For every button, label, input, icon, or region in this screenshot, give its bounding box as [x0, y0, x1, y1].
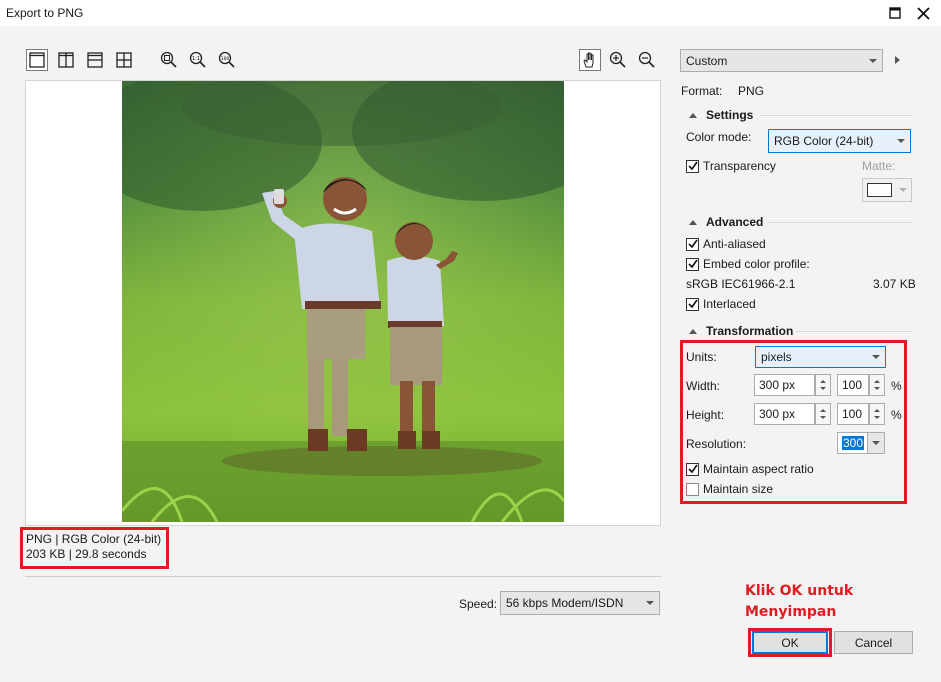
- anti-aliased-label: Anti-aliased: [703, 237, 766, 251]
- maximize-icon: [889, 7, 901, 19]
- section-rule: [768, 222, 912, 223]
- window-title: Export to PNG: [6, 6, 84, 20]
- divider: [25, 576, 661, 577]
- zoom-in-icon: [609, 51, 626, 68]
- interlaced-label: Interlaced: [703, 297, 756, 311]
- profile-name: sRGB IEC61966-2.1: [686, 277, 796, 291]
- color-mode-dropdown[interactable]: RGB Color (24-bit): [768, 129, 911, 153]
- matte-color-picker[interactable]: [862, 178, 912, 202]
- interlaced-checkbox[interactable]: Interlaced: [686, 297, 756, 311]
- advanced-heading: Advanced: [706, 215, 764, 229]
- checkmark-icon: [687, 259, 698, 269]
- preset-menu-arrow-icon[interactable]: [895, 56, 900, 64]
- checkbox-box: [686, 237, 699, 251]
- preview-image: [122, 81, 564, 522]
- collapse-caret-icon: [689, 112, 697, 118]
- advanced-section-header[interactable]: Advanced: [689, 215, 763, 229]
- highlight-box-transformation: [680, 340, 907, 504]
- zoom-fit-icon: [160, 51, 177, 68]
- settings-section-header[interactable]: Settings: [689, 108, 753, 122]
- zoom-out-icon: [638, 51, 655, 68]
- checkmark-icon: [687, 161, 698, 171]
- split-vertical-icon: [58, 52, 74, 68]
- split-horizontal-button[interactable]: [84, 49, 106, 71]
- color-mode-value: RGB Color (24-bit): [774, 134, 874, 148]
- format-label: Format:: [681, 84, 723, 98]
- checkmark-icon: [687, 299, 698, 309]
- transparency-label: Transparency: [703, 159, 776, 173]
- zoom-in-button[interactable]: [607, 49, 629, 71]
- annotation-line-2: Menyimpan: [745, 604, 837, 620]
- highlight-box-ok: [748, 628, 832, 657]
- preset-value: Custom: [686, 53, 728, 68]
- quad-view-button[interactable]: [113, 49, 135, 71]
- checkbox-box: [686, 159, 699, 173]
- transparency-checkbox[interactable]: Transparency: [686, 159, 776, 173]
- instruction-annotation: Klik OK untuk Menyimpan: [745, 581, 853, 623]
- highlight-box-info: [20, 527, 169, 569]
- chevron-down-icon: [899, 188, 907, 192]
- zoom-1to1-button[interactable]: 1:1: [187, 49, 209, 71]
- chevron-down-icon: [869, 58, 877, 63]
- collapse-caret-icon: [689, 328, 697, 334]
- speed-dropdown[interactable]: 56 kbps Modem/ISDN: [500, 591, 660, 615]
- preset-dropdown[interactable]: Custom: [680, 49, 883, 72]
- pan-hand-icon: [583, 52, 594, 68]
- title-bar: Export to PNG: [0, 0, 941, 26]
- color-mode-label: Color mode:: [686, 130, 752, 144]
- cancel-button[interactable]: Cancel: [834, 631, 913, 654]
- matte-color-swatch: [867, 183, 892, 197]
- matte-label: Matte:: [862, 159, 896, 173]
- svg-text:1:1: 1:1: [192, 56, 200, 62]
- zoom-1to1-icon: 1:1: [189, 51, 206, 68]
- zoom-fit-button[interactable]: [158, 49, 180, 71]
- profile-size: 3.07 KB: [873, 277, 916, 291]
- speed-label: Speed:: [459, 597, 498, 611]
- collapse-caret-icon: [689, 219, 697, 225]
- quad-view-icon: [116, 52, 132, 68]
- export-dialog: Export to PNG 1:1 100 PNG | RGB Color (2…: [0, 0, 941, 682]
- chevron-down-icon: [646, 601, 654, 605]
- checkmark-icon: [687, 239, 698, 249]
- anti-aliased-checkbox[interactable]: Anti-aliased: [686, 237, 766, 251]
- cancel-label: Cancel: [854, 635, 893, 650]
- svg-text:100: 100: [221, 56, 230, 62]
- checkbox-box: [686, 257, 699, 271]
- speed-value: 56 kbps Modem/ISDN: [506, 596, 624, 610]
- section-rule: [760, 115, 912, 116]
- single-view-icon: [29, 52, 45, 68]
- format-value: PNG: [738, 84, 765, 98]
- maximize-button[interactable]: [883, 2, 907, 24]
- zoom-out-button[interactable]: [636, 49, 658, 71]
- zoom-100-icon: 100: [218, 51, 235, 68]
- annotation-line-1: Klik OK untuk: [745, 583, 854, 599]
- close-button[interactable]: [911, 2, 935, 24]
- embed-profile-label: Embed color profile:: [703, 257, 810, 271]
- transformation-section-header[interactable]: Transformation: [689, 324, 793, 338]
- split-horizontal-icon: [87, 52, 103, 68]
- close-icon: [916, 6, 930, 20]
- embed-profile-checkbox[interactable]: Embed color profile:: [686, 257, 810, 271]
- pan-tool-button[interactable]: [579, 49, 601, 71]
- section-rule: [796, 331, 912, 332]
- settings-heading: Settings: [706, 108, 754, 122]
- chevron-down-icon: [897, 139, 905, 143]
- checkbox-box: [686, 297, 699, 311]
- split-vertical-button[interactable]: [55, 49, 77, 71]
- zoom-100-button[interactable]: 100: [216, 49, 238, 71]
- transformation-heading: Transformation: [706, 324, 794, 338]
- single-view-button[interactable]: [26, 49, 48, 71]
